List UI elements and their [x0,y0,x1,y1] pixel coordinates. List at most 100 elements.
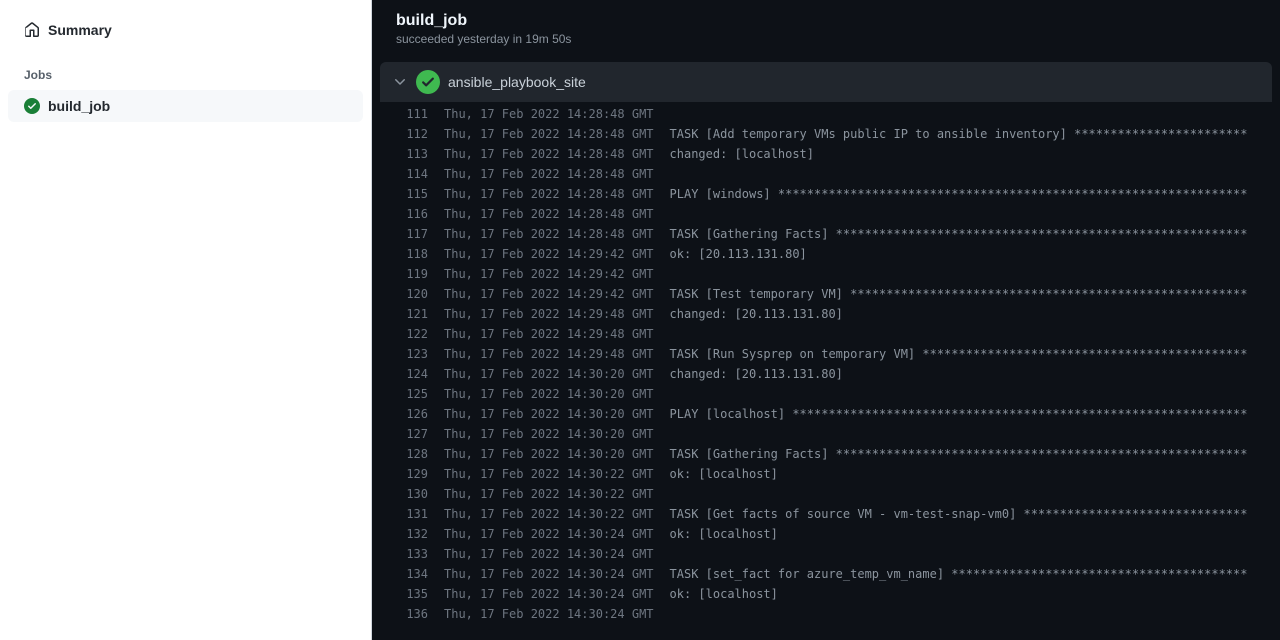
line-text: ok: [localhost] [654,524,778,544]
log-line: 111Thu, 17 Feb 2022 14:28:48 GMT [380,104,1272,124]
check-circle-icon [24,98,40,114]
line-timestamp: Thu, 17 Feb 2022 14:28:48 GMT [428,224,654,244]
line-number: 112 [380,124,428,144]
log-line: 115Thu, 17 Feb 2022 14:28:48 GMTPLAY [wi… [380,184,1272,204]
line-text: changed: [20.113.131.80] [654,364,843,384]
line-timestamp: Thu, 17 Feb 2022 14:28:48 GMT [428,104,654,124]
sidebar: Summary Jobs build_job [0,0,372,640]
line-timestamp: Thu, 17 Feb 2022 14:28:48 GMT [428,164,654,184]
line-number: 126 [380,404,428,424]
log-line: 135Thu, 17 Feb 2022 14:30:24 GMTok: [loc… [380,584,1272,604]
line-timestamp: Thu, 17 Feb 2022 14:30:24 GMT [428,544,654,564]
log-line: 130Thu, 17 Feb 2022 14:30:22 GMT [380,484,1272,504]
line-number: 136 [380,604,428,624]
line-timestamp: Thu, 17 Feb 2022 14:28:48 GMT [428,184,654,204]
line-timestamp: Thu, 17 Feb 2022 14:30:22 GMT [428,504,654,524]
line-number: 132 [380,524,428,544]
log-line: 121Thu, 17 Feb 2022 14:29:48 GMTchanged:… [380,304,1272,324]
log-output[interactable]: 111Thu, 17 Feb 2022 14:28:48 GMT112Thu, … [372,102,1280,640]
line-text [654,324,670,344]
home-icon [24,22,40,38]
line-text: changed: [localhost] [654,144,815,164]
line-number: 127 [380,424,428,444]
log-line: 120Thu, 17 Feb 2022 14:29:42 GMTTASK [Te… [380,284,1272,304]
line-timestamp: Thu, 17 Feb 2022 14:29:48 GMT [428,324,654,344]
line-number: 124 [380,364,428,384]
line-timestamp: Thu, 17 Feb 2022 14:30:22 GMT [428,484,654,504]
line-text: TASK [Test temporary VM] ***************… [654,284,1248,304]
line-timestamp: Thu, 17 Feb 2022 14:28:48 GMT [428,204,654,224]
log-line: 125Thu, 17 Feb 2022 14:30:20 GMT [380,384,1272,404]
line-number: 118 [380,244,428,264]
job-subtitle: succeeded yesterday in 19m 50s [396,32,1256,46]
line-number: 122 [380,324,428,344]
line-number: 111 [380,104,428,124]
log-line: 127Thu, 17 Feb 2022 14:30:20 GMT [380,424,1272,444]
line-text: changed: [20.113.131.80] [654,304,843,324]
log-line: 119Thu, 17 Feb 2022 14:29:42 GMT [380,264,1272,284]
line-number: 130 [380,484,428,504]
main: build_job succeeded yesterday in 19m 50s… [372,0,1280,640]
line-timestamp: Thu, 17 Feb 2022 14:30:20 GMT [428,364,654,384]
line-timestamp: Thu, 17 Feb 2022 14:30:20 GMT [428,424,654,444]
sidebar-job-item[interactable]: build_job [8,90,363,122]
line-timestamp: Thu, 17 Feb 2022 14:28:48 GMT [428,124,654,144]
line-text: TASK [Gathering Facts] *****************… [654,444,1248,464]
log-line: 136Thu, 17 Feb 2022 14:30:24 GMT [380,604,1272,624]
line-number: 121 [380,304,428,324]
log-line: 131Thu, 17 Feb 2022 14:30:22 GMTTASK [Ge… [380,504,1272,524]
line-text: TASK [Get facts of source VM - vm-test-s… [654,504,1248,524]
log-line: 126Thu, 17 Feb 2022 14:30:20 GMTPLAY [lo… [380,404,1272,424]
line-timestamp: Thu, 17 Feb 2022 14:29:42 GMT [428,244,654,264]
line-text: ok: [localhost] [654,464,778,484]
log-line: 122Thu, 17 Feb 2022 14:29:48 GMT [380,324,1272,344]
line-text: ok: [20.113.131.80] [654,244,807,264]
log-line: 133Thu, 17 Feb 2022 14:30:24 GMT [380,544,1272,564]
line-text [654,544,670,564]
summary-link[interactable]: Summary [8,16,363,44]
line-timestamp: Thu, 17 Feb 2022 14:30:24 GMT [428,584,654,604]
line-number: 113 [380,144,428,164]
line-number: 135 [380,584,428,604]
log-line: 114Thu, 17 Feb 2022 14:28:48 GMT [380,164,1272,184]
line-timestamp: Thu, 17 Feb 2022 14:30:24 GMT [428,564,654,584]
line-number: 131 [380,504,428,524]
line-timestamp: Thu, 17 Feb 2022 14:30:24 GMT [428,604,654,624]
log-line: 132Thu, 17 Feb 2022 14:30:24 GMTok: [loc… [380,524,1272,544]
line-text [654,204,670,224]
job-title: build_job [396,12,1256,30]
line-number: 129 [380,464,428,484]
job-name-label: build_job [48,98,110,114]
log-line: 117Thu, 17 Feb 2022 14:28:48 GMTTASK [Ga… [380,224,1272,244]
log-line: 113Thu, 17 Feb 2022 14:28:48 GMTchanged:… [380,144,1272,164]
line-number: 119 [380,264,428,284]
line-text: PLAY [windows] *************************… [654,184,1248,204]
line-text: TASK [Add temporary VMs public IP to ans… [654,124,1248,144]
job-header: build_job succeeded yesterday in 19m 50s [372,0,1280,62]
line-timestamp: Thu, 17 Feb 2022 14:30:20 GMT [428,404,654,424]
line-number: 123 [380,344,428,364]
line-timestamp: Thu, 17 Feb 2022 14:29:48 GMT [428,304,654,324]
step-header[interactable]: ansible_playbook_site [380,62,1272,102]
log-line: 118Thu, 17 Feb 2022 14:29:42 GMTok: [20.… [380,244,1272,264]
line-timestamp: Thu, 17 Feb 2022 14:30:24 GMT [428,524,654,544]
line-text: TASK [set_fact for azure_temp_vm_name] *… [654,564,1248,584]
line-timestamp: Thu, 17 Feb 2022 14:29:42 GMT [428,264,654,284]
log-line: 129Thu, 17 Feb 2022 14:30:22 GMTok: [loc… [380,464,1272,484]
check-circle-icon [416,70,440,94]
line-number: 125 [380,384,428,404]
line-number: 120 [380,284,428,304]
line-text [654,384,670,404]
log-line: 124Thu, 17 Feb 2022 14:30:20 GMTchanged:… [380,364,1272,384]
line-number: 133 [380,544,428,564]
line-timestamp: Thu, 17 Feb 2022 14:29:42 GMT [428,284,654,304]
chevron-down-icon [392,74,408,90]
log-line: 123Thu, 17 Feb 2022 14:29:48 GMTTASK [Ru… [380,344,1272,364]
line-number: 114 [380,164,428,184]
line-timestamp: Thu, 17 Feb 2022 14:30:22 GMT [428,464,654,484]
line-timestamp: Thu, 17 Feb 2022 14:29:48 GMT [428,344,654,364]
log-line: 112Thu, 17 Feb 2022 14:28:48 GMTTASK [Ad… [380,124,1272,144]
line-timestamp: Thu, 17 Feb 2022 14:30:20 GMT [428,444,654,464]
log-line: 134Thu, 17 Feb 2022 14:30:24 GMTTASK [se… [380,564,1272,584]
step-name: ansible_playbook_site [448,74,586,90]
